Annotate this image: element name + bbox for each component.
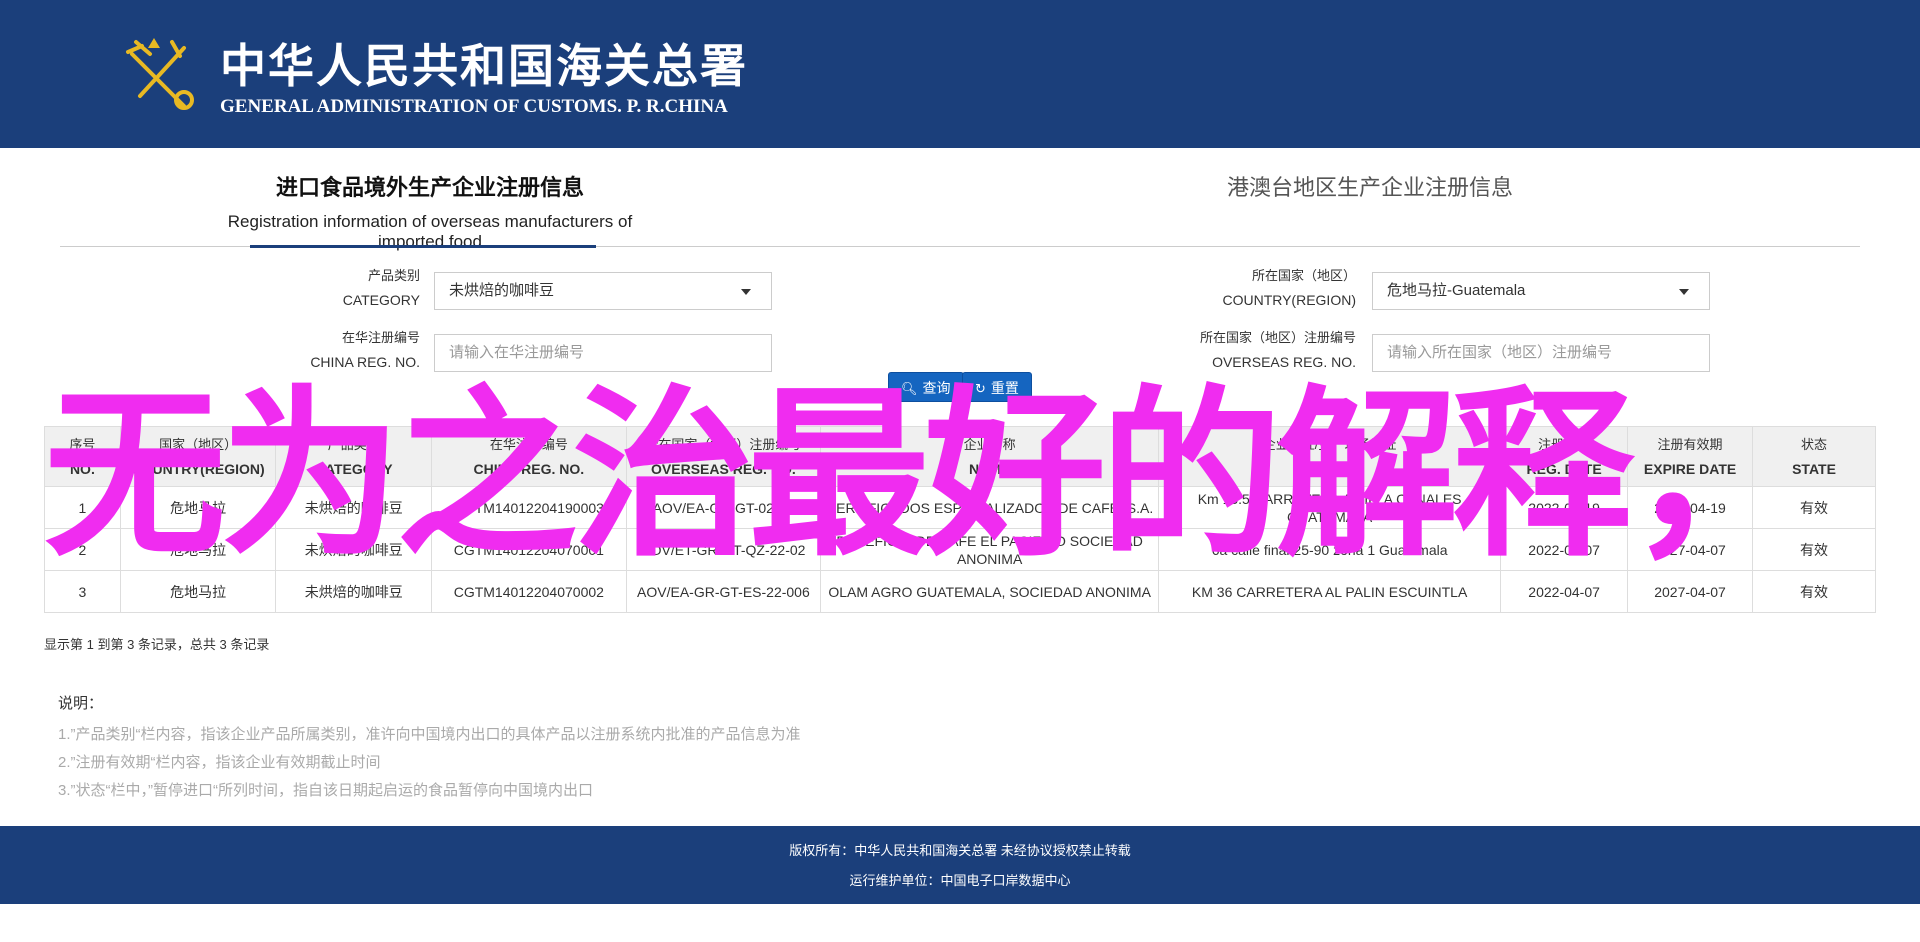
overlay-headline: 无为之治最好的解释， [44, 369, 1810, 581]
pagination-info: 显示第 1 到第 3 条记录，总共 3 条记录 [44, 637, 270, 652]
notes-section: 说明： 1.”产品类别“栏内容，指该企业产品所属类别，准许向中国境内出口的具体产… [58, 692, 801, 805]
tab-title-cn: 进口食品境外生产企业注册信息 [275, 175, 584, 201]
country-label-en: COUNTRY(REGION) [1222, 292, 1356, 308]
footer-copyright: 版权所有：中华人民共和国海关总署 未经协议授权禁止转载 [789, 843, 1131, 858]
china-reg-label-cn: 在华注册编号 [341, 330, 420, 345]
chevron-down-icon [1679, 289, 1689, 295]
china-reg-placeholder: 请输入在华注册编号 [449, 344, 585, 361]
notes-title: 说明： [58, 695, 104, 712]
site-footer: 版权所有：中华人民共和国海关总署 未经协议授权禁止转载 运行维护单位：中国电子口… [0, 826, 1920, 904]
category-label: 产品类别 CATEGORY [280, 264, 420, 312]
tab-title-cn: 港澳台地区生产企业注册信息 [1226, 176, 1513, 201]
customs-emblem-icon [126, 38, 194, 110]
overseas-reg-label: 所在国家（地区）注册编号 OVERSEAS REG. NO. [1140, 326, 1356, 374]
category-selected-value: 未烘焙的咖啡豆 [449, 282, 555, 299]
overseas-reg-placeholder: 请输入所在国家（地区）注册编号 [1387, 344, 1613, 361]
tab-hk-macao-taiwan[interactable]: 港澳台地区生产企业注册信息 [1090, 170, 1650, 202]
china-reg-input[interactable]: 请输入在华注册编号 [434, 334, 772, 372]
chevron-down-icon [741, 289, 751, 295]
site-header: 中华人民共和国海关总署 GENERAL ADMINISTRATION OF CU… [0, 0, 1920, 148]
country-select[interactable]: 危地马拉-Guatemala [1372, 272, 1710, 310]
category-select[interactable]: 未烘焙的咖啡豆 [434, 272, 772, 310]
overseas-reg-label-cn: 所在国家（地区）注册编号 [1199, 330, 1356, 345]
note-item: 1.”产品类别“栏内容，指该企业产品所属类别，准许向中国境内出口的具体产品以注册… [58, 726, 801, 743]
brand-title-cn: 中华人民共和国海关总署 [220, 39, 748, 93]
note-item: 3.”状态“栏中，”暂停进口“所列时间，指自该日期起启运的食品暂停向中国境内出口 [58, 782, 593, 799]
country-selected-value: 危地马拉-Guatemala [1387, 282, 1526, 299]
country-label: 所在国家（地区） COUNTRY(REGION) [1160, 264, 1356, 312]
brand-title-en: GENERAL ADMINISTRATION OF CUSTOMS. P. R.… [220, 96, 728, 117]
china-reg-label: 在华注册编号 CHINA REG. NO. [260, 326, 420, 374]
category-label-cn: 产品类别 [367, 268, 420, 283]
active-tab-indicator [250, 245, 596, 248]
country-label-cn: 所在国家（地区） [1251, 268, 1356, 283]
tab-overseas-registration[interactable]: 进口食品境外生产企业注册信息 Registration information … [220, 170, 640, 252]
tab-bar: 进口食品境外生产企业注册信息 Registration information … [60, 148, 1860, 251]
category-label-en: CATEGORY [342, 292, 420, 308]
overseas-reg-input[interactable]: 请输入所在国家（地区）注册编号 [1372, 334, 1710, 372]
footer-maintainer: 运行维护单位：中国电子口岸数据中心 [849, 873, 1071, 888]
note-item: 2.”注册有效期“栏内容，指该企业有效期截止时间 [58, 754, 381, 771]
